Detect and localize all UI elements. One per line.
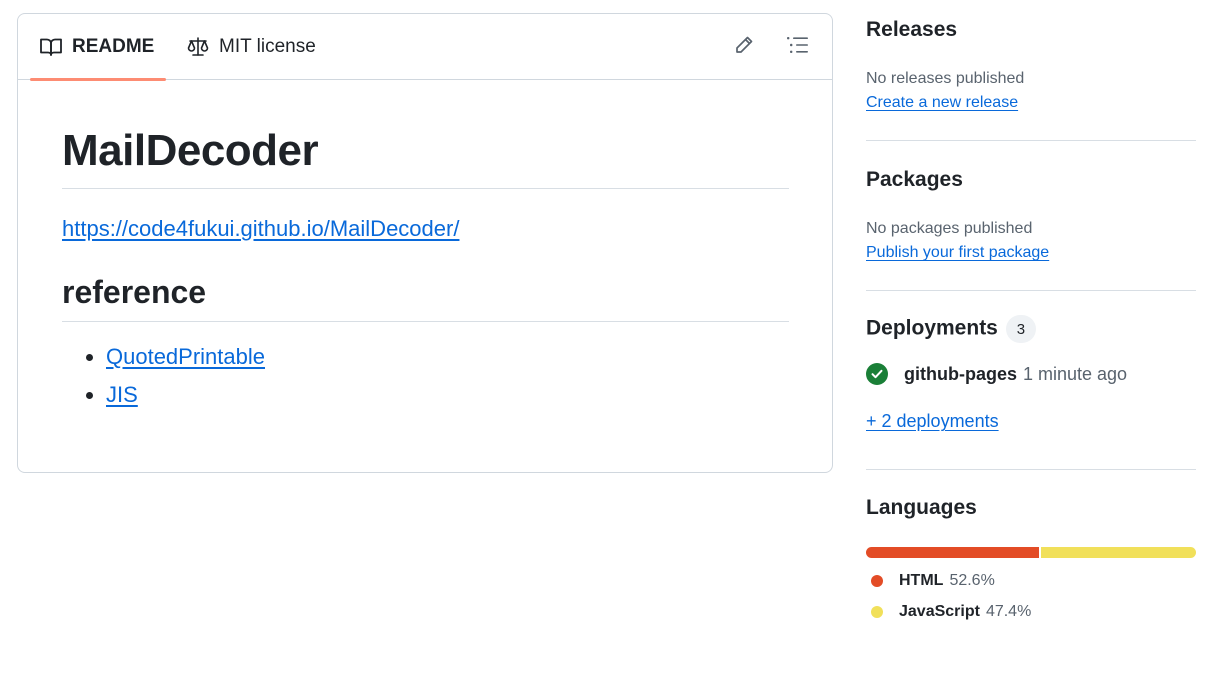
more-deployments-link[interactable]: + 2 deployments	[866, 411, 999, 432]
language-bar-segment-html	[866, 547, 1039, 558]
list-item: JIS	[106, 382, 789, 408]
deployments-title-label[interactable]: Deployments	[866, 317, 998, 340]
publish-package-link[interactable]: Publish your first package	[866, 244, 1049, 262]
divider	[866, 469, 1196, 470]
tab-license-label: MIT license	[219, 36, 316, 57]
deployments-title: Deployments 3	[866, 315, 1196, 343]
law-icon	[187, 37, 209, 57]
pencil-icon	[734, 35, 754, 60]
releases-section: Releases No releases published Create a …	[866, 18, 1196, 112]
readme-content: MailDecoder https://code4fukui.github.io…	[62, 126, 789, 420]
language-item-javascript[interactable]: JavaScript 47.4%	[871, 603, 1031, 621]
deployment-row: github-pages 1 minute ago	[866, 363, 1196, 385]
check-circle-icon	[866, 363, 888, 385]
language-percent: 47.4%	[985, 603, 1032, 620]
language-name: HTML	[899, 572, 944, 589]
list-item: QuotedPrintable	[106, 344, 789, 370]
site-link[interactable]: https://code4fukui.github.io/MailDecoder…	[62, 216, 459, 242]
active-tab-indicator	[30, 78, 167, 81]
deployment-time: 1 minute ago	[1023, 363, 1128, 384]
reference-list: QuotedPrintable JIS	[62, 344, 789, 408]
releases-title[interactable]: Releases	[866, 18, 1196, 42]
deployments-count-badge: 3	[1005, 315, 1036, 343]
divider	[866, 290, 1196, 291]
packages-title[interactable]: Packages	[866, 168, 1196, 192]
reference-heading: reference	[62, 274, 789, 322]
list-icon	[787, 36, 809, 59]
language-name: JavaScript	[899, 603, 980, 620]
deployment-name[interactable]: github-pages	[904, 364, 1017, 385]
packages-section: Packages No packages published Publish y…	[866, 168, 1196, 262]
readme-title: MailDecoder	[62, 126, 789, 189]
tab-readme[interactable]: README	[30, 14, 167, 81]
tab-mit-license[interactable]: MIT license	[187, 14, 316, 80]
language-item-html[interactable]: HTML 52.6%	[871, 572, 995, 590]
divider	[866, 140, 1196, 141]
reference-link-quotedprintable[interactable]: QuotedPrintable	[106, 344, 265, 369]
language-color-dot	[871, 575, 883, 587]
readme-panel: README MIT license MailDecoder https://c…	[17, 13, 833, 473]
language-bar-segment-javascript	[1040, 547, 1196, 558]
language-percent: 52.6%	[949, 572, 995, 589]
releases-status: No releases published	[866, 70, 1025, 87]
deployments-section: Deployments 3 github-pages 1 minute ago +…	[866, 315, 1196, 432]
language-color-dot	[871, 606, 883, 618]
readme-header: README MIT license	[18, 14, 832, 81]
reference-link-jis[interactable]: JIS	[106, 382, 138, 407]
tab-readme-label: README	[72, 36, 155, 57]
create-release-link[interactable]: Create a new release	[866, 94, 1018, 112]
packages-status: No packages published	[866, 220, 1033, 237]
language-bar	[866, 547, 1196, 558]
languages-title: Languages	[866, 496, 977, 519]
edit-readme-button[interactable]	[731, 34, 757, 60]
languages-section: Languages	[866, 496, 1196, 520]
outline-button[interactable]	[785, 34, 811, 60]
book-icon	[40, 37, 62, 57]
